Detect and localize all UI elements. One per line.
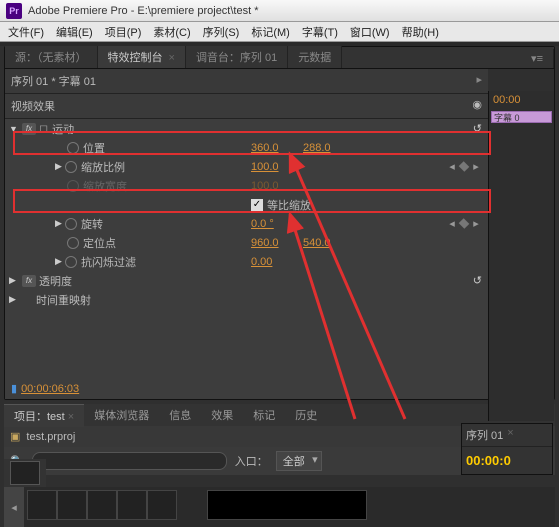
- effect-time-remapping[interactable]: ▶ 时间重映射: [5, 290, 488, 309]
- prop-anchor: 定位点 960.0 540.0: [5, 233, 488, 252]
- effect-motion[interactable]: ▼ fx ◻ 运动 ↺: [5, 119, 488, 138]
- reset-icon[interactable]: ↺: [473, 122, 482, 135]
- scale-value[interactable]: 100.0: [251, 161, 279, 173]
- play-icon[interactable]: ▸: [476, 73, 482, 89]
- checkbox-icon[interactable]: ✓: [251, 199, 263, 211]
- prop-position: 位置 360.0 288.0: [5, 138, 488, 157]
- frame-thumb[interactable]: [117, 490, 147, 520]
- keyframe-nav[interactable]: ◂▸: [448, 217, 480, 230]
- playhead-icon: ▮: [11, 382, 17, 395]
- tab-history[interactable]: 历史: [285, 404, 327, 426]
- project-file-name: test.prproj: [26, 431, 75, 443]
- antiflicker-value[interactable]: 0.00: [251, 256, 272, 268]
- bin-icon: ▣: [10, 430, 20, 443]
- tab-markers[interactable]: 标记: [243, 404, 285, 426]
- frame-thumb[interactable]: [27, 490, 57, 520]
- frame-thumb[interactable]: [147, 490, 177, 520]
- clip-track[interactable]: 字幕 0: [491, 111, 552, 123]
- effect-controls-panel: 源：（无素材） 特效控制台× 调音台：序列 01 元数据 ▾≡ 序列 01 * …: [4, 46, 555, 400]
- tab-project[interactable]: 项目：test ×: [4, 404, 84, 427]
- direct-manip-icon[interactable]: ◻: [39, 122, 48, 135]
- position-x-value[interactable]: 360.0: [251, 142, 279, 154]
- expand-icon[interactable]: ▶: [9, 275, 19, 286]
- filmstrip: ◂: [4, 487, 555, 527]
- menubar: 文件(F) 编辑(E) 项目(P) 素材(C) 序列(S) 标记(M) 字幕(T…: [0, 22, 559, 42]
- menu-help[interactable]: 帮助(H): [396, 24, 445, 40]
- motion-label: 运动: [52, 121, 74, 137]
- keyframe-nav[interactable]: ◂▸: [448, 160, 480, 173]
- current-timecode[interactable]: 00:00:06:03: [21, 383, 79, 395]
- stopwatch-icon: [67, 180, 79, 192]
- prop-scale: ▶ 缩放比例 100.0 ◂▸: [5, 157, 488, 176]
- menu-title[interactable]: 字幕(T): [296, 24, 344, 40]
- sequence-panel: 序列 01× 00:00:0: [461, 423, 553, 475]
- prop-rotation: ▶ 旋转 0.0 ° ◂▸: [5, 214, 488, 233]
- menu-sequence[interactable]: 序列(S): [197, 24, 246, 40]
- collapse-icon[interactable]: ▼: [9, 124, 19, 134]
- add-keyframe-icon: [459, 161, 470, 172]
- tab-effect-controls[interactable]: 特效控制台×: [98, 46, 186, 68]
- prop-uniform-scale: ✓ 等比缩放: [5, 195, 488, 214]
- menu-file[interactable]: 文件(F): [2, 24, 50, 40]
- tab-audio-mixer[interactable]: 调音台：序列 01: [186, 46, 288, 68]
- circle-icon: ◉: [472, 98, 482, 114]
- menu-marker[interactable]: 标记(M): [245, 24, 296, 40]
- sequence-tab[interactable]: 序列 01: [466, 427, 503, 443]
- prev-frame-button[interactable]: ◂: [4, 487, 24, 527]
- stopwatch-icon[interactable]: [65, 256, 77, 268]
- tab-media-browser[interactable]: 媒体浏览器: [84, 404, 159, 426]
- prop-antiflicker: ▶ 抗闪烁过滤 0.00: [5, 252, 488, 271]
- inpoint-dropdown[interactable]: 全部: [276, 451, 322, 471]
- menu-clip[interactable]: 素材(C): [147, 24, 196, 40]
- close-icon[interactable]: ×: [169, 52, 175, 64]
- expand-icon[interactable]: ▶: [55, 218, 65, 229]
- fx-badge-icon: fx: [22, 123, 36, 135]
- fx-badge-icon: fx: [22, 275, 36, 287]
- expand-icon[interactable]: ▶: [9, 294, 19, 305]
- panel-menu-icon[interactable]: ▾≡: [521, 49, 554, 68]
- add-keyframe-icon: [459, 218, 470, 229]
- sequence-title: 序列 01 * 字幕 01: [11, 73, 96, 89]
- close-icon[interactable]: ×: [507, 427, 513, 443]
- anchor-y-value[interactable]: 540.0: [303, 237, 331, 249]
- stopwatch-icon[interactable]: [67, 142, 79, 154]
- expand-icon[interactable]: ▶: [55, 161, 65, 172]
- preview-frame[interactable]: [207, 490, 367, 520]
- position-y-value[interactable]: 288.0: [303, 142, 331, 154]
- stopwatch-icon[interactable]: [67, 237, 79, 249]
- timeline-ruler-start: 00:00: [489, 91, 554, 109]
- search-input[interactable]: [32, 452, 227, 470]
- menu-window[interactable]: 窗口(W): [344, 24, 396, 40]
- thumbnail-row: [4, 459, 46, 487]
- inpoint-label: 入口：: [235, 453, 268, 469]
- frame-thumb[interactable]: [57, 490, 87, 520]
- anchor-x-value[interactable]: 960.0: [251, 237, 279, 249]
- menu-edit[interactable]: 编辑(E): [50, 24, 99, 40]
- app-icon: Pr: [6, 3, 22, 19]
- tab-metadata[interactable]: 元数据: [288, 46, 342, 68]
- tab-effects[interactable]: 效果: [201, 404, 243, 426]
- stopwatch-icon[interactable]: [65, 218, 77, 230]
- titlebar: Pr Adobe Premiere Pro - E:\premiere proj…: [0, 0, 559, 22]
- stopwatch-icon[interactable]: [65, 161, 77, 173]
- prop-scale-width: 缩放宽度 100.0: [5, 176, 488, 195]
- close-icon[interactable]: ×: [68, 411, 74, 423]
- window-title: Adobe Premiere Pro - E:\premiere project…: [28, 5, 258, 17]
- sequence-timecode[interactable]: 00:00:0: [462, 447, 552, 474]
- expand-icon[interactable]: ▶: [55, 256, 65, 267]
- rotation-value[interactable]: 0.0 °: [251, 218, 274, 230]
- reset-icon[interactable]: ↺: [473, 274, 482, 287]
- frame-thumb[interactable]: [87, 490, 117, 520]
- effect-opacity[interactable]: ▶ fx 透明度 ↺: [5, 271, 488, 290]
- video-effects-header: 视频效果: [11, 98, 55, 114]
- timeline-column: 00:00 字幕 0: [488, 91, 554, 421]
- clip-thumbnail[interactable]: [10, 461, 40, 485]
- scale-width-value: 100.0: [251, 180, 279, 192]
- tab-info[interactable]: 信息: [159, 404, 201, 426]
- menu-project[interactable]: 项目(P): [99, 24, 148, 40]
- tab-source[interactable]: 源：（无素材）: [5, 46, 98, 68]
